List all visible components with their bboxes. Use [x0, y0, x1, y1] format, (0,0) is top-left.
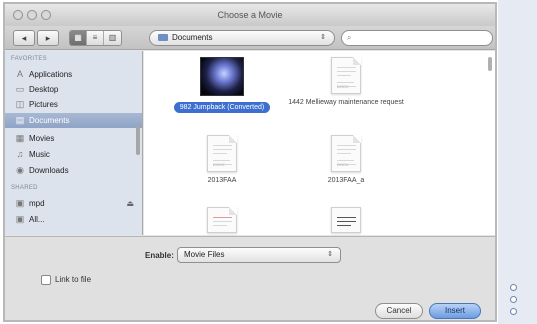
sidebar-item-label: Movies — [29, 134, 55, 143]
icon-view-icon: ▦ — [74, 33, 82, 42]
chevron-right-icon: ▸ — [45, 33, 51, 43]
file-item-982-jumpback[interactable]: 982 Jumpback (Converted) — [162, 57, 282, 114]
chevron-left-icon: ◂ — [21, 33, 27, 43]
sidebar-item-label: Desktop — [29, 85, 59, 94]
sidebar-item-desktop[interactable]: ▭ Desktop — [5, 82, 142, 97]
file-name: 2013FAA — [207, 177, 237, 184]
sidebar-item-pictures[interactable]: ◫ Pictures — [5, 97, 142, 112]
file-browser-scrollbar[interactable] — [488, 57, 492, 71]
column-view-icon: ▥ — [108, 33, 117, 42]
view-mode-group: ▦ ≡ ▥ — [69, 30, 122, 46]
network-icon: ▣ — [15, 214, 25, 224]
file-type-tag: DOCX — [213, 162, 225, 167]
sidebar-item-label: Pictures — [29, 100, 58, 109]
minimize-window-button[interactable] — [27, 10, 37, 20]
enable-label: Enable: — [145, 251, 174, 260]
movie-thumbnail-icon — [200, 57, 244, 96]
sidebar-item-label: All... — [29, 215, 45, 224]
sidebar-scrollbar[interactable] — [136, 125, 140, 155]
sidebar-item-label: Applications — [29, 70, 73, 79]
file-item-2013faa[interactable]: DOCX 2013FAA — [162, 135, 282, 185]
file-name: 982 Jumpback (Converted) — [173, 102, 271, 113]
pictures-icon: ◫ — [15, 99, 25, 109]
file-browser: 982 Jumpback (Converted) DOCX 1442 Melli… — [144, 51, 495, 235]
computer-icon: ▣ — [15, 198, 25, 208]
sidebar-item-downloads[interactable]: ◉ Downloads — [5, 163, 142, 178]
enable-filter-select[interactable]: Movie Files ⇕ — [177, 247, 341, 263]
background-radio-2 — [510, 296, 517, 303]
sidebar-header-shared: SHARED — [11, 185, 38, 191]
desktop-icon: ▭ — [15, 84, 25, 94]
location-label: Documents — [172, 33, 213, 42]
sidebar-item-mpd[interactable]: ▣ mpd ⏏ — [5, 196, 142, 211]
link-to-file-checkbox[interactable] — [41, 275, 51, 285]
file-name: 2013FAA_a — [327, 177, 365, 184]
popup-arrows-icon: ⇕ — [320, 34, 326, 41]
forward-button[interactable]: ▸ — [37, 30, 59, 46]
sidebar-item-documents[interactable]: ▤ Documents — [5, 113, 142, 128]
zoom-window-button[interactable] — [41, 10, 51, 20]
document-icon: DOCX — [207, 135, 237, 172]
column-view-button[interactable]: ▥ — [104, 31, 121, 45]
folder-icon — [158, 34, 168, 41]
cancel-button[interactable]: Cancel — [375, 303, 423, 319]
sidebar: FAVORITES A Applications ▭ Desktop ◫ Pic… — [5, 51, 143, 235]
search-input[interactable]: ⌕ — [341, 30, 493, 46]
document-icon: DOCX — [331, 57, 361, 94]
choose-movie-dialog: Choose a Movie ◂ ▸ ▦ ≡ ▥ Documents ⇕ ⌕ F… — [3, 2, 497, 322]
file-type-tag: DOCX — [337, 84, 349, 89]
title-bar: Choose a Movie — [5, 4, 495, 26]
downloads-icon: ◉ — [16, 165, 24, 175]
sidebar-item-label: Downloads — [29, 166, 69, 175]
sidebar-item-label: Documents — [29, 116, 70, 125]
file-name: 1442 Mellieway maintenance request — [288, 99, 404, 106]
toolbar: ◂ ▸ ▦ ≡ ▥ Documents ⇕ ⌕ — [5, 26, 495, 50]
music-icon: ♫ — [16, 149, 24, 159]
document-icon — [207, 207, 237, 233]
file-type-tag: DOCX — [337, 162, 349, 167]
background-radio-1 — [510, 284, 517, 291]
document-icon: DOCX — [331, 135, 361, 172]
file-item-partial-1[interactable] — [162, 207, 282, 233]
sidebar-item-all[interactable]: ▣ All... — [5, 212, 142, 227]
movies-icon: ▦ — [15, 133, 25, 143]
sidebar-item-music[interactable]: ♫ Music — [5, 147, 142, 162]
location-popup[interactable]: Documents ⇕ — [149, 30, 335, 46]
dialog-title: Choose a Movie — [217, 10, 283, 20]
document-icon — [331, 207, 361, 233]
insert-button[interactable]: Insert — [429, 303, 481, 319]
background-app-strip — [498, 0, 537, 324]
applications-icon: A — [16, 69, 23, 79]
sidebar-item-label: Music — [29, 150, 50, 159]
enable-select-value: Movie Files — [184, 250, 225, 259]
link-to-file-label: Link to file — [55, 275, 92, 284]
sidebar-item-applications[interactable]: A Applications — [5, 67, 142, 82]
documents-icon: ▤ — [15, 115, 25, 125]
options-panel: Enable: Movie Files ⇕ Link to file Cance… — [5, 236, 495, 320]
back-button[interactable]: ◂ — [13, 30, 35, 46]
select-arrows-icon: ⇕ — [327, 251, 333, 258]
file-item-1442-mellieway[interactable]: DOCX 1442 Mellieway maintenance request — [286, 57, 406, 107]
search-icon: ⌕ — [347, 33, 352, 42]
background-radio-3 — [510, 308, 517, 315]
icon-view-button[interactable]: ▦ — [70, 31, 87, 45]
list-view-button[interactable]: ≡ — [87, 31, 104, 45]
eject-icon[interactable]: ⏏ — [126, 196, 134, 211]
close-window-button[interactable] — [13, 10, 23, 20]
list-view-icon: ≡ — [92, 33, 98, 42]
sidebar-header-favorites: FAVORITES — [11, 56, 47, 62]
sidebar-item-movies[interactable]: ▦ Movies — [5, 131, 142, 146]
file-item-2013faa-a[interactable]: DOCX 2013FAA_a — [286, 135, 406, 185]
file-item-partial-2[interactable] — [286, 207, 406, 233]
sidebar-item-label: mpd — [29, 199, 45, 208]
